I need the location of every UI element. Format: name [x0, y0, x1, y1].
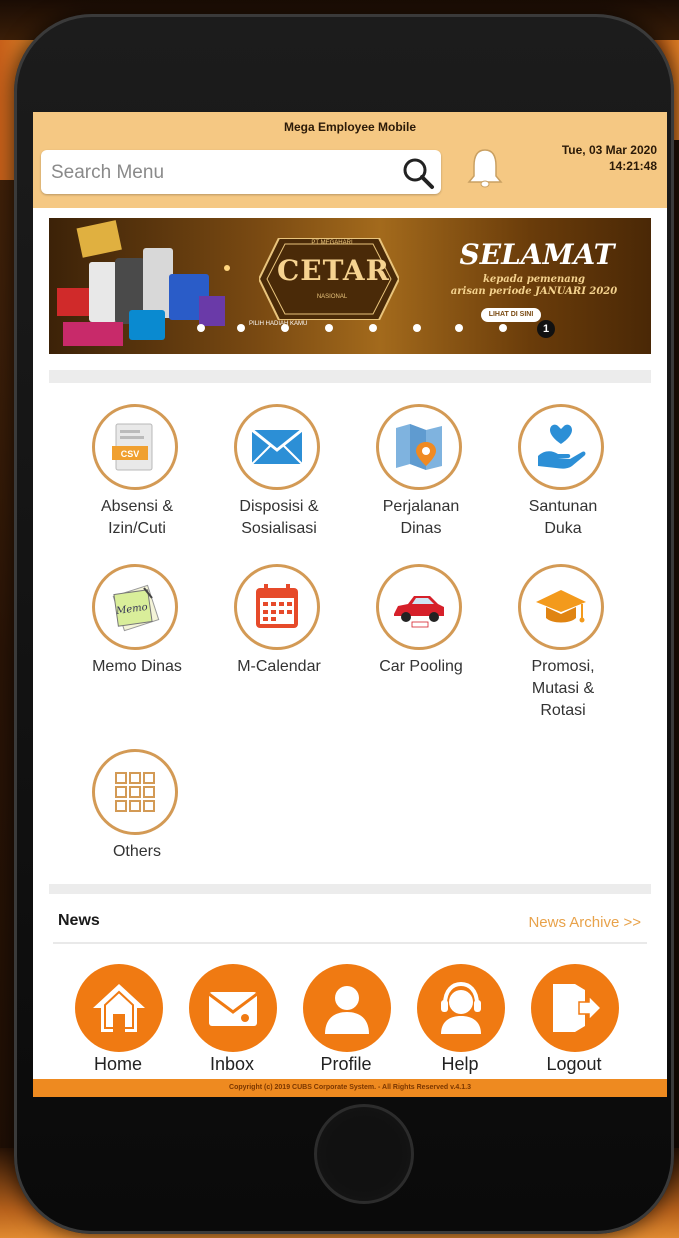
menu-label-line: Santunan — [528, 498, 598, 515]
logout-icon — [553, 984, 603, 1032]
nav-label: Help — [441, 1054, 479, 1074]
user-icon — [325, 986, 369, 1034]
search-box[interactable] — [41, 150, 441, 194]
app-header: Mega Employee Mobile Tue, 03 Mar 2020 14… — [33, 112, 667, 208]
app-title: Mega Employee Mobile — [283, 120, 417, 134]
phone-home-button[interactable] — [314, 1104, 414, 1204]
datetime: Tue, 03 Mar 2020 14:21:48 — [562, 142, 657, 174]
nav-icon-circle — [531, 964, 619, 1052]
mail-icon — [208, 992, 258, 1026]
pager-dot-active[interactable]: 1 — [537, 320, 555, 338]
menu-label-line: M-Calendar — [237, 658, 321, 675]
menu-label-line: Car Pooling — [379, 658, 463, 675]
banner-subtitle-2: arisan periode JANUARI 2020 — [450, 286, 618, 297]
menu-label-line: Promosi, — [531, 658, 595, 675]
news-archive-link[interactable]: News Archive >> — [528, 914, 641, 931]
menu-label-line: Izin/Cuti — [108, 520, 166, 537]
nav-label: Logout — [546, 1054, 602, 1074]
menu-icon-circle — [376, 404, 462, 490]
menu-label-line: Memo Dinas — [92, 658, 182, 675]
cetar-logo-text: CETAR — [277, 254, 390, 287]
nav-label: Home — [93, 1054, 142, 1074]
copyright-footer: Copyright (c) 2019 CUBS Corporate System… — [33, 1079, 667, 1097]
menu-label-line: Dinas — [400, 520, 442, 537]
nav-icon-circle — [75, 964, 163, 1052]
menu-icon-circle — [92, 749, 178, 835]
news-title: News — [58, 912, 100, 929]
menu-label-line: Absensi & — [100, 498, 174, 515]
menu-label-line: Perjalanan — [382, 498, 460, 515]
menu-label-line: Mutasi & — [531, 680, 595, 697]
pager-dot[interactable] — [237, 324, 245, 332]
menu-icon-circle: CSV — [92, 404, 178, 490]
pager-dot[interactable] — [455, 324, 463, 332]
section-divider — [49, 884, 651, 894]
map-pin-icon — [396, 424, 442, 470]
menu-label-line: Others — [112, 843, 161, 860]
nav-icon-circle — [303, 964, 391, 1052]
app-screen: Mega Employee Mobile Tue, 03 Mar 2020 14… — [33, 112, 667, 1097]
svg-text:CSV: CSV — [121, 449, 140, 459]
menu-icon-circle — [376, 564, 462, 650]
banner-pager[interactable]: 1 — [173, 320, 613, 338]
menu-icon-circle — [518, 404, 604, 490]
bell-icon[interactable] — [465, 146, 505, 190]
memo-icon: Memo — [112, 584, 160, 632]
document-csv-icon: CSV — [112, 423, 153, 471]
grid-icon — [115, 772, 155, 812]
heart-hand-icon — [538, 424, 586, 469]
menu-icon-circle — [234, 564, 320, 650]
menu-icon-circle — [234, 404, 320, 490]
section-divider — [49, 370, 651, 383]
graduation-cap-icon — [536, 590, 586, 623]
menu-icon-circle — [518, 564, 604, 650]
current-date: Tue, 03 Mar 2020 — [561, 143, 657, 157]
pager-dot[interactable] — [413, 324, 421, 332]
banner-subtitle-1: kepada pemenang — [482, 274, 586, 285]
cetar-logo-bottom-text: NASIONAL — [316, 294, 348, 300]
nav-icon-circle — [189, 964, 277, 1052]
menu-label-line: Rotasi — [540, 702, 586, 719]
search-input[interactable] — [49, 158, 393, 188]
pager-dot[interactable] — [197, 324, 205, 332]
pager-dot[interactable] — [325, 324, 333, 332]
menu-label-line: Sosialisasi — [241, 520, 317, 537]
search-icon[interactable] — [401, 156, 435, 190]
car-icon — [394, 596, 444, 628]
cetar-logo-top-text: PT MEGAHARI — [311, 240, 353, 246]
home-icon — [93, 984, 145, 1032]
menu-label-line: Duka — [544, 520, 582, 537]
calendar-icon — [256, 584, 298, 628]
envelope-icon — [251, 428, 303, 465]
pager-dot[interactable] — [499, 324, 507, 332]
current-time: 14:21:48 — [608, 159, 657, 173]
menu-label-line: Disposisi & — [239, 498, 319, 515]
pager-dot[interactable] — [281, 324, 289, 332]
pager-dot[interactable] — [369, 324, 377, 332]
menu-icon-circle: Memo — [92, 564, 178, 650]
nav-label: Inbox — [209, 1054, 255, 1074]
headset-icon — [441, 981, 481, 1034]
news-divider — [53, 942, 647, 944]
banner-headline: SELAMAT — [459, 238, 615, 271]
nav-icon-circle — [417, 964, 505, 1052]
nav-label: Profile — [320, 1054, 372, 1074]
